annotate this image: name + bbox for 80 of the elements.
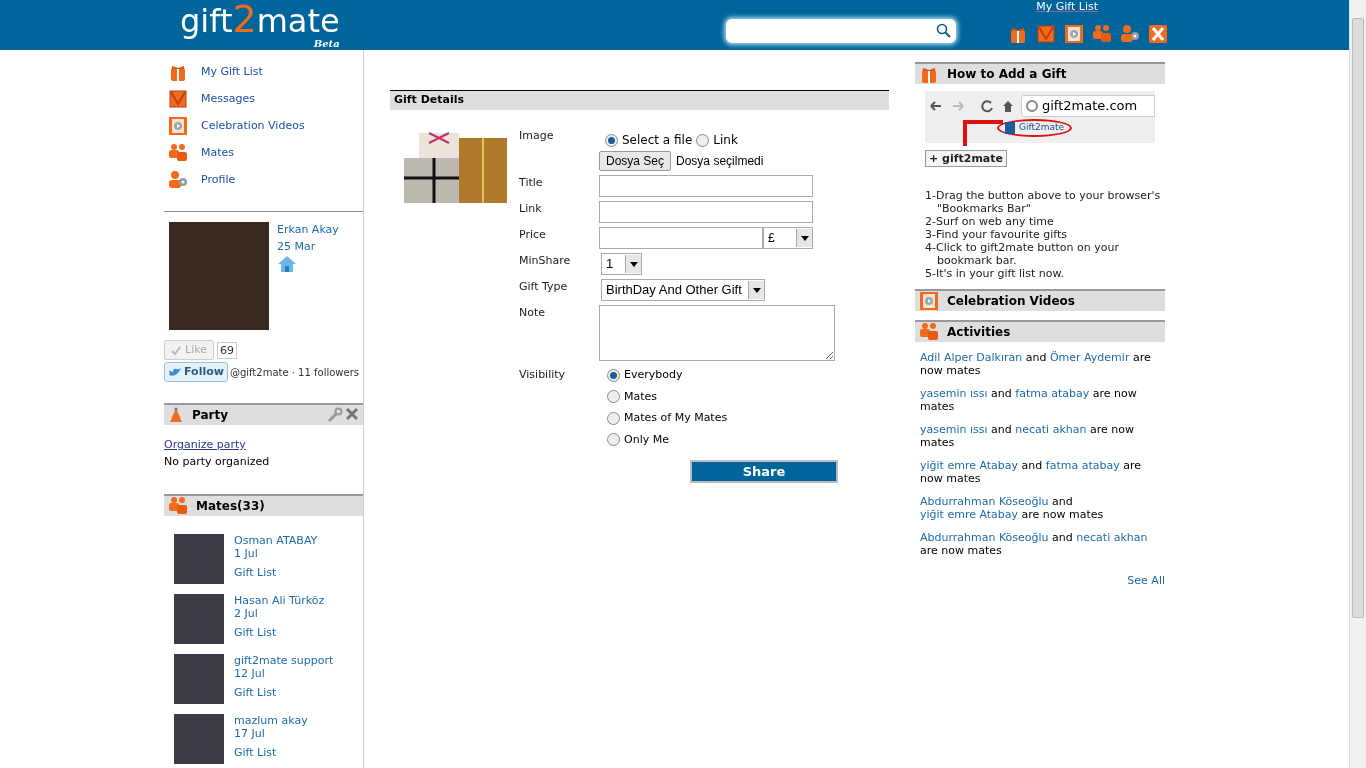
gift-list-link[interactable]: Gift List — [234, 566, 318, 579]
field-label: Image — [519, 128, 555, 144]
member-link[interactable]: Abdurrahman Köseoğlu — [920, 494, 1049, 508]
currency-select[interactable]: £ — [763, 227, 813, 249]
min-share-select[interactable]: 1 — [601, 253, 642, 275]
mate-date: 1 Jul — [234, 547, 259, 560]
party-status: No party organized — [164, 453, 271, 470]
activity-text: Abdurrahman Köseoğlu and yiğit emre Atabay are now mates — [920, 494, 1105, 521]
member-link[interactable]: yasemin ıssı — [920, 422, 988, 436]
member-link[interactable]: yiğit emre Atabay — [920, 458, 1019, 472]
see-all-link[interactable]: See All — [1127, 572, 1165, 589]
member-link[interactable]: necati akhan — [1076, 530, 1148, 544]
mate-name[interactable]: mazlum akay — [234, 714, 308, 727]
bookmarklet-button[interactable]: + gift2mate — [925, 150, 1007, 167]
nav-link[interactable]: Mates — [201, 144, 235, 162]
gift-type-select[interactable]: BirthDay And Other Gift — [601, 279, 765, 301]
member-link[interactable]: fatma atabay — [1045, 458, 1120, 472]
my-gift-list-link[interactable]: My Gift List — [1036, 0, 1098, 14]
field-label: Gift Type — [519, 279, 569, 295]
nav-link[interactable]: Profile — [201, 171, 236, 189]
file-status: Dosya seçilmedi — [676, 153, 764, 170]
radio-label: Mates — [624, 388, 658, 405]
profile-date: 25 Mar — [277, 238, 317, 255]
instruction-step: 2-Surf on web any time — [925, 214, 1165, 228]
mate-name[interactable]: Hasan Ali Türköz — [234, 594, 325, 607]
activity-text: Adil Alper Dalkıran and Ömer Aydemir are now mates — [920, 350, 1152, 377]
follow-text: @gift2mate · 11 followers — [229, 365, 359, 380]
follow-button[interactable]: Follow — [164, 362, 228, 382]
instruction-step: 3-Find your favourite gifts — [925, 227, 1165, 241]
radio-label: Only Me — [624, 431, 669, 448]
field-label: Note — [519, 305, 547, 321]
member-link[interactable]: necati akhan — [1015, 422, 1087, 436]
field-label: Visibility — [519, 367, 567, 383]
instruction-step: 5-It's in your gift list now. — [925, 266, 1165, 280]
mate-date: 12 Jul — [234, 667, 266, 680]
url-text: gift2mate.com — [1042, 97, 1138, 116]
mate-date: 2 Jul — [234, 607, 259, 620]
instruction-step: 1-Drag the button above to your browser's "Bookmarks Bar" — [925, 188, 1165, 215]
member-link[interactable]: fatma atabay — [1015, 386, 1090, 400]
activity-text: yasemin ıssı and fatma atabay are now mates — [920, 386, 1138, 413]
panel-title: Activities — [947, 323, 1011, 341]
like-count: 69 — [216, 341, 237, 359]
mate-name[interactable]: Osman ATABAY — [234, 534, 318, 547]
nav-link[interactable]: Celebration Videos — [201, 117, 305, 135]
panel-title: Party — [192, 407, 229, 424]
choose-file-button[interactable]: Dosya Seç — [599, 151, 672, 171]
nav-link[interactable]: Messages — [201, 90, 255, 108]
logo[interactable]: gift2mate — [180, 2, 340, 38]
gift-list-link[interactable]: Gift List — [234, 746, 308, 759]
radio-label: Mates of My Mates — [624, 410, 728, 426]
section-title: Gift Details — [394, 92, 465, 109]
panel-title: How to Add a Gift — [947, 66, 1067, 83]
activity-text: yiğit emre Atabay and fatma atabay are now mates — [920, 458, 1142, 485]
radio-label: Select a file — [622, 132, 693, 149]
field-label: Price — [519, 227, 547, 243]
bookmark-label: Gift2mate — [1019, 121, 1065, 135]
member-link[interactable]: Ömer Aydemir — [1049, 350, 1130, 364]
gift-list-link[interactable]: Gift List — [234, 686, 334, 699]
mate-name[interactable]: gift2mate support — [234, 654, 334, 667]
mate-date: 17 Jul — [234, 727, 266, 740]
field-label: Title — [519, 175, 544, 191]
field-label: Link — [519, 201, 543, 217]
instruction-step: 4-Click to gift2mate button on your bookmark bar. — [925, 240, 1165, 267]
member-link[interactable]: Abdurrahman Köseoğlu — [920, 530, 1049, 544]
activity-text: Abdurrahman Köseoğlu and necati akhan are now mates — [920, 530, 1149, 557]
activity-text: yasemin ıssı and necati akhan are now mates — [920, 422, 1135, 449]
radio-label: Everybody — [624, 367, 683, 383]
gift-list-link[interactable]: Gift List — [234, 626, 325, 639]
panel-title: Mates(33) — [196, 498, 265, 515]
share-button[interactable]: Share — [690, 460, 838, 483]
profile-name[interactable]: Erkan Akay — [277, 222, 339, 239]
radio-label: Link — [713, 132, 738, 149]
member-link[interactable]: yasemin ıssı — [920, 386, 988, 400]
nav-link[interactable]: My Gift List — [201, 63, 263, 81]
beta-label: Beta — [313, 38, 340, 50]
member-link[interactable]: Adil Alper Dalkıran — [920, 350, 1023, 364]
panel-title: Celebration Videos — [947, 292, 1075, 310]
member-link[interactable]: yiğit emre Atabay — [920, 507, 1019, 521]
organize-party-link[interactable]: Organize party — [164, 437, 363, 454]
field-label: MinShare — [519, 253, 572, 269]
